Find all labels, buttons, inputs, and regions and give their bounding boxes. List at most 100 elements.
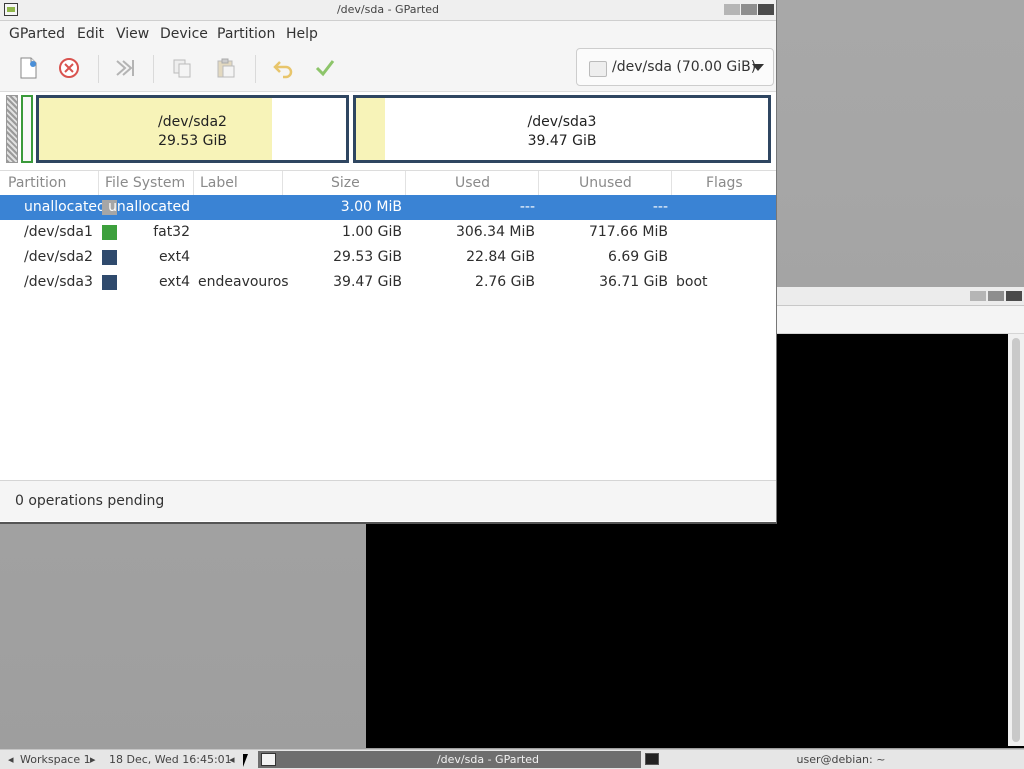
- menu-device[interactable]: Device: [160, 26, 208, 42]
- operations-pending-text: 0 operations pending: [15, 493, 165, 509]
- column-header-size[interactable]: Size: [331, 175, 360, 191]
- filesystem-color-swatch: [102, 275, 117, 290]
- minimize-button[interactable]: [724, 4, 740, 15]
- new-partition-button[interactable]: [14, 55, 42, 81]
- delete-partition-button[interactable]: [55, 55, 83, 81]
- column-divider: [405, 171, 406, 195]
- menu-gparted[interactable]: GParted: [9, 26, 65, 42]
- partition-map: /dev/sda2 29.53 GiB /dev/sda3 39.47 GiB: [0, 92, 776, 168]
- filesystem-color-swatch: [102, 225, 117, 240]
- taskbar-task-terminal[interactable]: user@debian: ~: [641, 751, 1024, 768]
- sda2-segment[interactable]: /dev/sda2 29.53 GiB: [36, 95, 349, 163]
- column-divider: [538, 171, 539, 195]
- disk-icon: [589, 61, 607, 77]
- window-title: /dev/sda - GParted: [336, 3, 440, 16]
- menu-partition[interactable]: Partition: [217, 26, 275, 42]
- mouse-cursor-icon: [243, 754, 248, 767]
- table-header: Partition File System Label Size Used Un…: [0, 170, 776, 196]
- terminal-menubar: [776, 306, 1024, 334]
- scrollbar-thumb[interactable]: [1012, 338, 1020, 742]
- table-row[interactable]: /dev/sda3 ext4 endeavouros 39.47 GiB 2.76 Gi…: [0, 270, 776, 295]
- workspace-next-icon[interactable]: ▸: [90, 753, 96, 766]
- gparted-window: /dev/sda - GParted GParted Edit View Dev…: [0, 0, 777, 524]
- partition-table: Partition File System Label Size Used Un…: [0, 170, 776, 480]
- maximize-button[interactable]: [741, 4, 757, 15]
- close-button[interactable]: [1006, 291, 1022, 301]
- column-divider: [193, 171, 194, 195]
- new-document-icon: [20, 57, 37, 79]
- menu-edit[interactable]: Edit: [77, 26, 104, 42]
- column-divider: [98, 171, 99, 195]
- toolbar: /dev/sda (70.00 GiB): [0, 47, 776, 92]
- filesystem-cell: ext4: [158, 274, 190, 290]
- unused-cell: 36.71 GiB: [599, 274, 668, 290]
- label-cell: endeavouros: [198, 274, 289, 290]
- table-row[interactable]: unallocated unallocated 3.00 MiB --- ---: [0, 195, 776, 220]
- filesystem-cell: ext4: [158, 249, 190, 265]
- close-button[interactable]: [758, 4, 774, 15]
- delete-icon: [59, 58, 79, 78]
- column-header-label[interactable]: Label: [200, 175, 238, 191]
- partition-cell: unallocated: [24, 199, 106, 215]
- checkmark-icon: [315, 60, 335, 77]
- device-selector[interactable]: /dev/sda (70.00 GiB): [576, 48, 774, 86]
- column-header-unused[interactable]: Unused: [579, 175, 632, 191]
- size-cell: 1.00 GiB: [342, 224, 402, 240]
- minimize-button[interactable]: [970, 291, 986, 301]
- sda3-segment[interactable]: /dev/sda3 39.47 GiB: [353, 95, 771, 163]
- undo-button[interactable]: [269, 55, 297, 81]
- column-header-used[interactable]: Used: [455, 175, 490, 191]
- undo-icon: [273, 61, 293, 79]
- copy-icon: [173, 59, 191, 78]
- device-selector-label: /dev/sda (70.00 GiB): [612, 59, 757, 75]
- chevron-down-icon: [752, 64, 764, 71]
- maximize-button[interactable]: [988, 291, 1004, 301]
- column-header-partition[interactable]: Partition: [8, 175, 66, 191]
- unused-cell: ---: [652, 199, 668, 215]
- unused-cell: 6.69 GiB: [608, 249, 668, 265]
- size-cell: 3.00 MiB: [340, 199, 402, 215]
- size-cell: 39.47 GiB: [333, 274, 402, 290]
- apply-button[interactable]: [311, 55, 339, 81]
- sda2-segment-size: 29.53 GiB: [158, 133, 227, 149]
- status-bar: 0 operations pending: [0, 480, 776, 521]
- copy-button[interactable]: [168, 55, 196, 81]
- filesystem-cell: fat32: [153, 224, 190, 240]
- table-row[interactable]: /dev/sda2 ext4 29.53 GiB 22.84 GiB 6.69 GiB: [0, 245, 776, 270]
- column-header-flags[interactable]: Flags: [706, 175, 743, 191]
- terminal-scrollbar[interactable]: [1008, 334, 1024, 746]
- used-cell: 306.34 MiB: [455, 224, 535, 240]
- column-divider: [282, 171, 283, 195]
- unallocated-segment[interactable]: [6, 95, 18, 163]
- paste-icon: [217, 58, 235, 78]
- toolbar-separator: [98, 55, 99, 83]
- paste-button[interactable]: [212, 55, 240, 81]
- task-prev-icon[interactable]: ◂: [229, 753, 235, 766]
- toolbar-separator: [255, 55, 256, 83]
- partition-cell: /dev/sda2: [24, 249, 93, 265]
- filesystem-cell: unallocated: [108, 199, 190, 215]
- unused-cell: 717.66 MiB: [588, 224, 668, 240]
- resize-move-button[interactable]: [111, 55, 139, 81]
- clock[interactable]: 18 Dec, Wed 16:45:01: [109, 753, 232, 766]
- titlebar[interactable]: /dev/sda - GParted: [0, 0, 776, 21]
- used-cell: ---: [519, 199, 535, 215]
- taskbar: ◂ Workspace 1 ▸ 18 Dec, Wed 16:45:01 ◂ /…: [0, 749, 1024, 769]
- sda3-segment-name: /dev/sda3: [527, 114, 597, 130]
- workspace-label[interactable]: Workspace 1: [20, 753, 91, 766]
- table-row[interactable]: /dev/sda1 fat32 1.00 GiB 306.34 MiB 717.66 M…: [0, 220, 776, 245]
- taskbar-task-gparted[interactable]: /dev/sda - GParted: [258, 751, 641, 768]
- column-header-file-system[interactable]: File System: [105, 175, 185, 191]
- sda1-segment[interactable]: [21, 95, 33, 163]
- filesystem-color-swatch: [102, 250, 117, 265]
- used-cell: 22.84 GiB: [466, 249, 535, 265]
- workspace-prev-icon[interactable]: ◂: [8, 753, 14, 766]
- used-cell: 2.76 GiB: [475, 274, 535, 290]
- terminal-titlebar[interactable]: [776, 287, 1024, 306]
- column-divider: [671, 171, 672, 195]
- taskbar-task-terminal-label: user@debian: ~: [796, 753, 886, 766]
- toolbar-separator: [153, 55, 154, 83]
- resize-move-icon: [116, 60, 134, 76]
- menu-help[interactable]: Help: [286, 26, 318, 42]
- menu-view[interactable]: View: [116, 26, 149, 42]
